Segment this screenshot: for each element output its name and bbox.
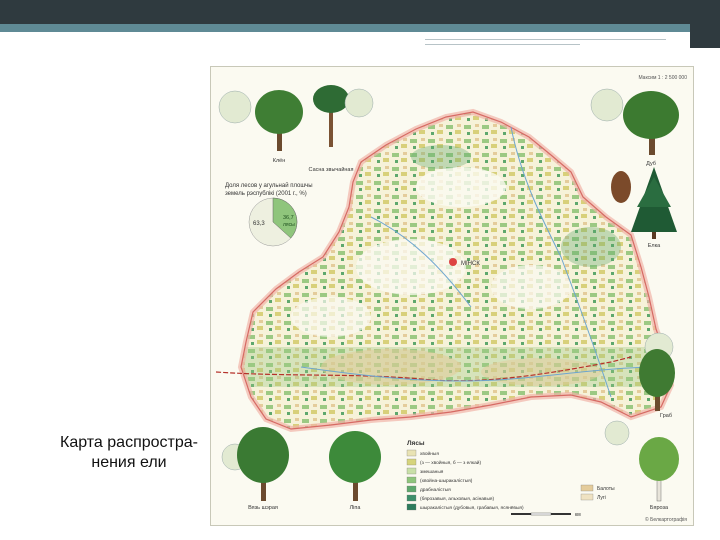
legend-title: Лясы xyxy=(407,440,425,447)
legend-swatch xyxy=(406,485,417,493)
city-label: МІНСК xyxy=(461,261,480,267)
pie-value-other: 63,3 xyxy=(253,221,265,227)
slide-accent-band xyxy=(0,24,720,32)
decor-line xyxy=(425,39,666,40)
slide-corner-tab xyxy=(690,0,720,48)
linden-tree-icon xyxy=(329,431,381,501)
caption-line-2: нения ели xyxy=(91,454,167,471)
legend-label: Лугі xyxy=(597,495,606,501)
spruce-tree-icon xyxy=(631,167,677,239)
tree-label-maple: Клён xyxy=(273,158,286,164)
oak-tree-icon xyxy=(623,91,679,155)
pie-title: Доля лесов у агульнай плошчы xyxy=(225,182,313,189)
birch-tree-icon xyxy=(639,437,679,502)
legend-label: шыракалістыя (дубовыя, грабавыя, ясянёвы… xyxy=(420,505,524,511)
legend-label: хвойныя xyxy=(420,450,439,457)
city-marker xyxy=(449,258,457,266)
slide-caption: Карта распростра- нения ели xyxy=(40,433,218,473)
legend-label: драбналістыя xyxy=(420,487,451,493)
legend-label: змешаныя xyxy=(420,470,444,475)
tree-label-elm: Вязь шэрая xyxy=(248,505,278,511)
birch-leaf-inset xyxy=(604,420,630,446)
legend-swatch xyxy=(406,494,417,502)
caption-line-1: Карта распростра- xyxy=(60,434,198,451)
tree-label-hornbeam: Граб xyxy=(660,413,672,419)
maple-tree-icon xyxy=(255,90,303,151)
legend-swatch xyxy=(406,476,417,484)
legend-swatch xyxy=(406,467,417,475)
maple-leaf-inset xyxy=(218,90,252,124)
pie-label-forest: лясы xyxy=(283,222,295,228)
scale-bar: км xyxy=(511,512,581,518)
decor-line xyxy=(425,44,580,45)
legend-swatch xyxy=(406,503,417,511)
slide-top-band xyxy=(0,0,720,24)
legend-swatch xyxy=(406,458,417,466)
legend-swatch xyxy=(580,484,594,492)
legend-swatch xyxy=(580,493,594,501)
map-canvas: Максим 1 : 2 500 000 МІНСК Доля лесов у … xyxy=(215,75,687,523)
elm-tree-icon xyxy=(237,427,289,501)
forest-map: Максим 1 : 2 500 000 МІНСК Доля лесов у … xyxy=(210,66,694,526)
pie-value-forest: 36,7 xyxy=(283,215,294,221)
spruce-cone-icon xyxy=(611,171,631,203)
forest-share-pie: 36,7 лясы 63,3 xyxy=(248,197,298,247)
tree-label-birch: Бяроза xyxy=(650,505,669,511)
legend-label: (хвойна-шыракалістыя) xyxy=(420,477,473,484)
oak-leaf-inset xyxy=(590,88,624,122)
map-corner-note-top: Максим 1 : 2 500 000 xyxy=(638,75,687,81)
pine-cone-inset xyxy=(344,88,374,118)
tree-label-spruce: Елка xyxy=(648,243,661,249)
legend-swatch xyxy=(406,449,417,457)
legend-label: (бярозавыя, альховыя, асінавыя) xyxy=(420,496,495,502)
legend-label: Балоты xyxy=(597,486,615,492)
tree-label-pine: Сасна звычайная xyxy=(309,166,354,173)
map-corner-note-bottom: © Белкартографія xyxy=(645,516,687,523)
pie-title-2: земель рэспублікі (2001 г., %) xyxy=(225,191,307,197)
pine-tree-icon xyxy=(313,85,349,147)
tree-label-linden: Ліпа xyxy=(350,505,362,511)
map-legend: Лясы хвойныя (з — хвойныя, б — з елкай) зм… xyxy=(406,440,615,511)
legend-label: (з — хвойныя, б — з елкай) xyxy=(420,459,481,466)
scale-unit: км xyxy=(575,512,581,518)
tree-label-oak: Дуб xyxy=(646,161,656,167)
